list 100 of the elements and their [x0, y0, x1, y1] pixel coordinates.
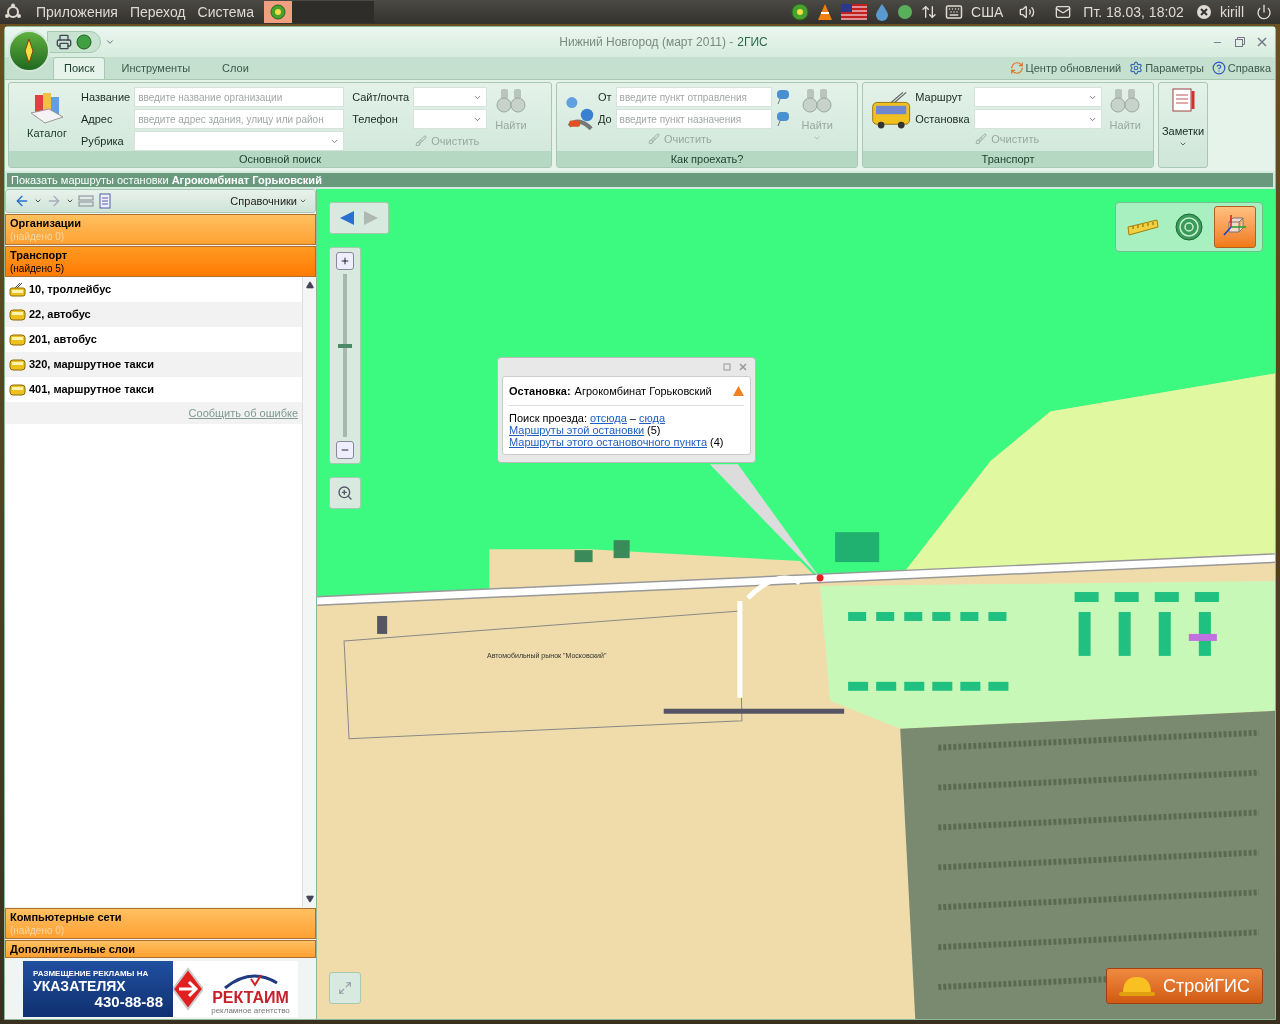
forward-triangle-icon[interactable] [363, 210, 379, 226]
caret-icon[interactable] [34, 197, 42, 205]
mail-icon [1055, 4, 1072, 20]
ad-banner[interactable]: РАЗМЕЩЕНИЕ РЕКЛАМЫ НА УКАЗАТЕЛЯХ 430-88-88 РЕКТАИМ рекламное агентство [23, 961, 298, 1017]
pin-icon[interactable] [775, 111, 790, 127]
pin-window-icon[interactable] [723, 363, 731, 371]
section-header[interactable]: Дополнительные слои [5, 940, 316, 958]
field-label: Маршрут [915, 89, 964, 105]
scrollbar[interactable] [302, 277, 316, 907]
ball-icon [897, 4, 914, 20]
dropdown-field[interactable] [134, 131, 345, 151]
brush-icon [415, 135, 428, 148]
section-title: Дополнительные слои [10, 942, 136, 956]
routes-link[interactable]: Маршруты этой остановки [509, 423, 645, 436]
zoom-in-button[interactable] [336, 252, 354, 270]
scroll-up-icon[interactable] [305, 281, 314, 289]
section-header[interactable]: Организации (найдено 0) [5, 214, 316, 245]
pin-icon[interactable] [775, 89, 790, 105]
zoom-area-button[interactable] [329, 477, 361, 509]
window-title: Нижний Новгород (март 2011) - [559, 34, 734, 51]
menu-item[interactable]: Система [191, 1, 260, 23]
group-title: Как проехать? [670, 151, 744, 167]
fullscreen-button[interactable] [329, 972, 361, 1004]
caret-icon[interactable] [66, 197, 74, 205]
section-header[interactable]: Компьютерные сети (найдено 0) [5, 908, 316, 939]
route-name: 201, автобус [29, 332, 97, 348]
back-arrow-icon[interactable] [14, 193, 30, 209]
routes-link[interactable]: Маршруты этого остановочного пункта [509, 435, 707, 448]
directories-dropdown[interactable]: Справочники [230, 192, 307, 210]
keyboard-icon [945, 3, 964, 21]
back-triangle-icon[interactable] [339, 210, 355, 226]
routes-count: (5) [647, 423, 661, 436]
brush-icon [647, 133, 660, 146]
text-field[interactable]: введите пункт назначения [615, 109, 772, 129]
notepad-icon [1169, 87, 1197, 113]
from-here-link[interactable]: отсюда [590, 411, 627, 424]
field-label: До [597, 111, 612, 127]
user-name[interactable]: kirill [1219, 1, 1244, 23]
header-link[interactable]: Параметры [1129, 59, 1204, 76]
dropdown-field[interactable] [413, 109, 488, 129]
search-icon [337, 485, 353, 501]
notes-button[interactable]: Заметки [1158, 82, 1208, 168]
ad-brand-subtitle: рекламное агентство [211, 1006, 290, 1015]
field-label: Сайт/почта [352, 89, 410, 105]
print-icon[interactable] [56, 34, 72, 50]
ad-phone: 430-88-88 [94, 993, 163, 1010]
close-icon[interactable] [1257, 37, 1267, 47]
restore-icon[interactable] [1235, 37, 1245, 47]
taskbar-app-button[interactable] [263, 1, 292, 23]
route-name: 401, маршрутное такси [29, 382, 154, 398]
map-tool-button[interactable] [1214, 206, 1256, 248]
stop-marker[interactable] [816, 574, 824, 582]
settings-icon [1129, 60, 1144, 75]
ad-text: РАЗМЕЩЕНИЕ РЕКЛАМЫ НА [33, 968, 150, 979]
books-icon [29, 91, 65, 125]
menu-item[interactable]: Переход [123, 1, 192, 23]
route-list-item[interactable]: 22, автобус [5, 302, 302, 327]
section-header[interactable]: Транспорт (найдено 5) [5, 246, 316, 277]
customize-caret-icon[interactable] [105, 37, 115, 47]
dropdown-field[interactable] [973, 87, 1102, 107]
route-search-label: Поиск проезда: [509, 411, 587, 424]
building[interactable] [663, 708, 845, 714]
to-here-link[interactable]: сюда [638, 411, 665, 424]
text-field[interactable]: введите пункт отправления [615, 87, 772, 107]
ribbon-tab[interactable]: Инструменты [105, 57, 207, 79]
plus-icon [340, 256, 350, 266]
zoom-thumb[interactable] [338, 343, 352, 348]
section-count: (найдено 0) [10, 924, 65, 937]
binoculars-icon [1110, 87, 1141, 113]
building[interactable] [377, 615, 388, 634]
ribbon-tab[interactable]: Поиск [53, 57, 106, 79]
scroll-down-icon[interactable] [305, 895, 314, 903]
dropdown-field[interactable] [413, 87, 488, 107]
dropdown-field[interactable] [973, 109, 1102, 129]
zoom-out-button[interactable] [336, 441, 354, 459]
compass-icon [269, 4, 286, 20]
text-field[interactable]: введите адрес здания, улицу или район [134, 109, 345, 129]
field-label: Остановка [915, 111, 970, 127]
app-orb-button[interactable] [8, 30, 50, 72]
menu-item[interactable]: Приложения [30, 1, 124, 23]
field-label: Название [81, 89, 131, 105]
scroll-icon[interactable] [98, 193, 112, 209]
building[interactable] [613, 540, 630, 559]
field-label: Телефон [352, 111, 399, 127]
header-link[interactable]: Центр обновлений [1009, 59, 1122, 76]
text-field[interactable]: введите название организации [134, 87, 345, 107]
clock[interactable]: Пт. 18.03, 18:02 [1083, 1, 1184, 23]
ribbon-tab[interactable]: Слои [206, 57, 265, 79]
close-icon[interactable] [739, 363, 747, 371]
cone-icon [817, 3, 834, 21]
catalog-button[interactable]: Каталог [17, 87, 77, 142]
field-label: От [597, 89, 612, 105]
routes-count: (4) [710, 435, 724, 448]
popup-label: Остановка: [509, 384, 571, 399]
drop-icon [875, 3, 890, 21]
keyboard-layout[interactable]: США [971, 1, 1004, 23]
route-list-item[interactable]: 320, маршрутное такси [5, 352, 302, 377]
header-link[interactable]: Справка [1211, 59, 1271, 76]
building[interactable] [574, 550, 593, 563]
warning-icon[interactable] [733, 386, 744, 397]
